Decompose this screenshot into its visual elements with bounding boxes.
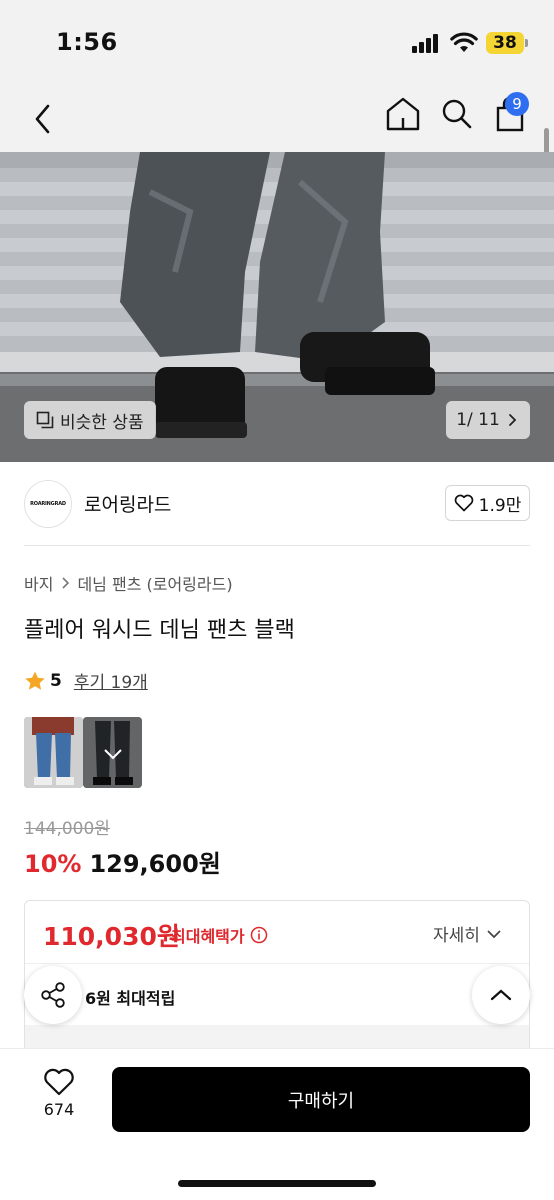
home-indicator xyxy=(178,1180,376,1187)
product-title: 플레어 워시드 데님 팬츠 블랙 xyxy=(24,618,295,643)
similar-icon xyxy=(36,411,54,429)
breadcrumb-subcategory[interactable]: 데님 팬츠 (로어링라드) xyxy=(77,571,232,595)
detail-toggle-label: 자세히 xyxy=(433,926,480,946)
info-icon[interactable] xyxy=(250,926,268,944)
sale-price-row: 10% 129,600원 xyxy=(24,844,221,879)
sale-price: 129,600원 xyxy=(89,850,221,878)
wishlist-count: 674 xyxy=(43,1100,75,1119)
max-benefit-label-text: 최대혜택가 xyxy=(171,927,245,946)
heart-icon xyxy=(44,1068,74,1096)
back-icon[interactable] xyxy=(28,96,60,142)
rating: 5 후기 19개 xyxy=(24,668,148,693)
breadcrumb-category[interactable]: 바지 xyxy=(24,571,53,595)
max-benefit-price: 110,030원 xyxy=(43,922,180,951)
original-price: 144,000원 xyxy=(24,819,110,839)
buy-button-label: 구매하기 xyxy=(287,1090,355,1112)
chevron-down-icon xyxy=(487,929,501,938)
scroll-top-button[interactable] xyxy=(472,966,530,1024)
cart-count-badge: 9 xyxy=(505,92,529,116)
color-option-thumbnail[interactable] xyxy=(24,717,83,788)
chevron-right-icon xyxy=(62,577,70,589)
share-button[interactable] xyxy=(24,966,82,1024)
thumbnail-image xyxy=(24,717,83,788)
selected-overlay xyxy=(83,717,142,788)
signal-icon xyxy=(412,33,442,53)
battery-indicator: 38 xyxy=(486,32,524,54)
page-indicator-text: 1/ 11 xyxy=(456,410,500,430)
star-icon xyxy=(25,671,45,690)
detail-toggle-button[interactable]: 자세히 xyxy=(433,921,502,946)
status-bar: 1:56 38 xyxy=(0,0,554,88)
chevron-up-icon xyxy=(490,989,512,1001)
brand-like-button[interactable]: 1.9만 xyxy=(445,485,530,521)
max-benefit-label: 최대혜택가 xyxy=(171,923,268,947)
share-icon xyxy=(41,982,65,1008)
battery-tip xyxy=(525,39,528,47)
search-icon[interactable] xyxy=(438,94,476,134)
max-points: 6원 최대적립 xyxy=(85,989,176,1008)
divider xyxy=(24,545,530,546)
status-time: 1:56 xyxy=(56,28,118,56)
brand-like-count: 1.9만 xyxy=(478,495,522,516)
brand-logo-text: ROARINGRAD xyxy=(30,501,66,507)
image-page-indicator[interactable]: 1/ 11 xyxy=(446,401,530,439)
brand-name[interactable]: 로어링라드 xyxy=(84,490,171,517)
heart-icon xyxy=(454,494,473,512)
buy-button[interactable]: 구매하기 xyxy=(112,1067,530,1132)
brand-logo[interactable]: ROARINGRAD xyxy=(24,480,72,528)
color-option-thumbnail-selected[interactable] xyxy=(83,717,142,788)
similar-products-label: 비슷한 상품 xyxy=(60,412,144,433)
home-icon[interactable] xyxy=(384,94,422,134)
discount-rate: 10% xyxy=(24,850,82,878)
divider xyxy=(25,963,529,964)
check-icon xyxy=(103,748,122,759)
breadcrumb: 바지 데님 팬츠 (로어링라드) xyxy=(24,571,233,595)
nav-bar xyxy=(0,88,554,152)
review-link[interactable]: 후기 19개 xyxy=(74,668,148,693)
rating-value: 5 xyxy=(50,670,62,691)
wishlist-button[interactable]: 674 xyxy=(30,1068,88,1119)
max-benefit-panel: 110,030원 최대혜택가 자세히 6원 최대적립 xyxy=(24,900,530,1060)
wifi-icon xyxy=(450,32,478,52)
chevron-right-icon xyxy=(508,414,517,426)
color-options xyxy=(24,717,142,788)
similar-products-button[interactable]: 비슷한 상품 xyxy=(24,401,156,439)
